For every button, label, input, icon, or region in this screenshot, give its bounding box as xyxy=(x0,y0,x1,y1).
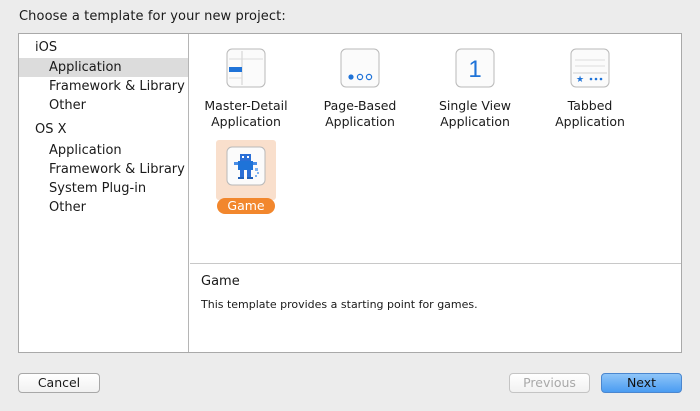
sidebar-header-ios: iOS xyxy=(35,40,58,55)
platform-sidebar: iOS Application Framework & Library Othe… xyxy=(19,34,189,352)
dialog-title: Choose a template for your new project: xyxy=(19,9,286,24)
template-label-line2: Application xyxy=(325,114,395,129)
previous-button[interactable]: Previous xyxy=(509,373,590,393)
template-label-line2: Application xyxy=(440,114,510,129)
description-text: This template provides a starting point … xyxy=(201,298,478,311)
template-page-based[interactable]: Page-Based Application xyxy=(304,48,416,130)
template-description-pane: Game This template provides a starting p… xyxy=(190,263,681,352)
svg-text:★: ★ xyxy=(576,75,584,85)
template-master-detail[interactable]: Master-Detail Application xyxy=(190,48,302,130)
sidebar-item-ios-framework-library[interactable]: Framework & Library xyxy=(19,77,188,96)
game-icon xyxy=(226,146,266,186)
page-based-icon xyxy=(340,48,380,88)
sidebar-item-osx-application[interactable]: Application xyxy=(19,141,188,160)
master-detail-icon xyxy=(226,48,266,88)
sidebar-item-ios-other[interactable]: Other xyxy=(19,96,188,115)
template-tabbed[interactable]: ★ Tabbed Application xyxy=(534,48,646,130)
template-gallery: Master-Detail Application Page-Based App… xyxy=(190,34,681,262)
sidebar-item-osx-framework-library[interactable]: Framework & Library xyxy=(19,160,188,179)
cancel-button[interactable]: Cancel xyxy=(18,373,100,393)
template-label-line1: Single View xyxy=(438,98,512,113)
template-label-line2: Application xyxy=(555,114,625,129)
sidebar-item-ios-application[interactable]: Application xyxy=(19,58,188,77)
sidebar-item-osx-system-plugin[interactable]: System Plug-in xyxy=(19,179,188,198)
template-label-line2: Application xyxy=(211,114,281,129)
template-game[interactable]: Game xyxy=(190,140,302,214)
description-title: Game xyxy=(201,274,240,289)
single-view-icon: 1 xyxy=(455,48,495,88)
sidebar-header-osx: OS X xyxy=(35,122,67,137)
template-single-view[interactable]: 1 Single View Application xyxy=(419,48,531,130)
template-label-line1: Page-Based xyxy=(323,98,397,113)
single-view-glyph: 1 xyxy=(468,56,481,83)
template-label-line1: Master-Detail xyxy=(204,98,288,113)
template-chooser-panel: iOS Application Framework & Library Othe… xyxy=(18,33,682,353)
template-label-selected: Game xyxy=(217,198,275,214)
next-button[interactable]: Next xyxy=(601,373,682,393)
template-label-line1: Tabbed xyxy=(567,98,613,113)
tabbed-icon: ★ xyxy=(570,48,610,88)
sidebar-item-osx-other[interactable]: Other xyxy=(19,198,188,217)
